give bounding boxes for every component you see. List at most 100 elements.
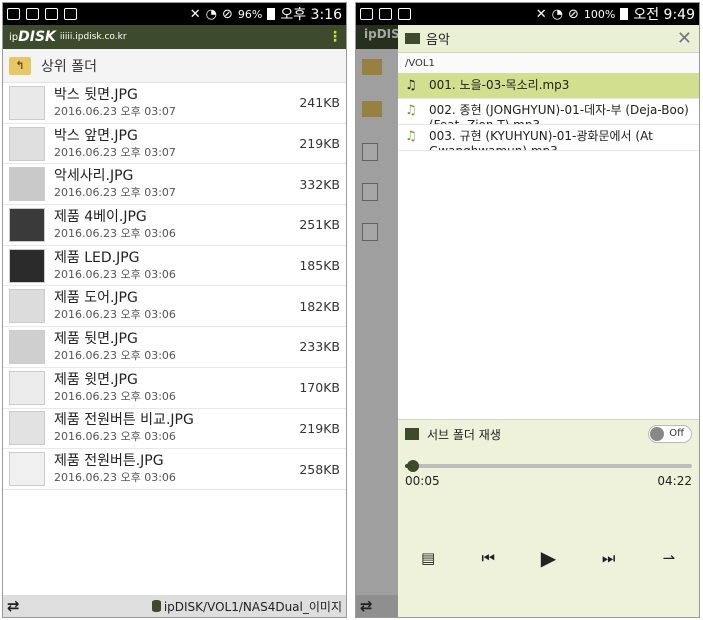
swap-icon[interactable]: ⇄ <box>7 597 20 615</box>
wifi-icon: ◔ <box>551 6 563 22</box>
play-mode-icon[interactable]: ⇀ <box>654 549 684 567</box>
file-thumbnail <box>9 207 45 242</box>
signal-icon: ✕ <box>189 6 201 22</box>
toggle-label: Off <box>669 428 684 439</box>
server-url: iiiii.ipdisk.co.kr <box>59 32 127 42</box>
music-panel: 음악 ✕ /VOL1 ♫ 001. 노을-03-목소리.mp3 ♫ 002. 종현 (… <box>398 25 699 617</box>
file-date: 2016.06.23 오후 03:06 <box>54 389 176 403</box>
current-path: ipDISK/VOL1/NAS4Dual_이미지 <box>163 599 342 614</box>
app-bar: ip DISK iiiii.ipdisk.co.kr ⋮ <box>3 25 346 49</box>
track-row[interactable]: ♫ 001. 노을-03-목소리.mp3 <box>398 73 699 99</box>
next-icon[interactable]: ⏭ <box>594 549 624 567</box>
up-folder-row[interactable]: ↰ 상위 폴더 <box>3 49 346 83</box>
total-time: 04:22 <box>657 474 692 488</box>
signal-icon: ✕ <box>535 6 547 22</box>
blocked-icon: ⊘ <box>221 6 233 22</box>
seek-bar[interactable] <box>405 460 692 472</box>
file-date: 2016.06.23 오후 03:06 <box>54 348 176 362</box>
blocked-icon: ⊘ <box>567 6 579 22</box>
clock: 오전 9:49 <box>633 7 695 23</box>
notification-icon <box>7 8 20 20</box>
right-phone-screen: ✕ ◔ ⊘ 100% 오전 9:49 ipDIS ⇄ 음악 ✕ /VOL1 ♫ 0… <box>355 2 700 618</box>
file-name: 제품 뒷면.JPG <box>54 330 138 347</box>
image-icon <box>379 8 392 20</box>
file-thumbnail <box>9 85 45 120</box>
file-size: 219KB <box>299 136 340 152</box>
file-date: 2016.06.23 오후 03:06 <box>54 308 176 322</box>
status-bar: ✕ ◔ ⊘ 100% 오전 9:49 <box>356 3 699 25</box>
file-name: 악세사리.JPG <box>54 168 134 185</box>
subfolder-play-toggle[interactable]: Off <box>648 425 692 443</box>
elapsed-time: 00:05 <box>405 474 440 488</box>
battery-icon <box>620 8 629 20</box>
file-date: 2016.06.23 오후 03:07 <box>54 186 176 200</box>
swap-icon: ⇄ <box>360 597 373 615</box>
file-row[interactable]: 제품 도어.JPG 2016.06.23 오후 03:06 182KB <box>3 286 346 328</box>
file-date: 2016.06.23 오후 03:07 <box>54 145 176 159</box>
file-date: 2016.06.23 오후 03:06 <box>54 430 176 444</box>
file-row[interactable]: 제품 뒷면.JPG 2016.06.23 오후 03:06 233KB <box>3 327 346 368</box>
file-thumbnail <box>9 289 45 324</box>
file-date: 2016.06.23 오후 03:06 <box>54 226 176 240</box>
playlist-icon[interactable]: ▤ <box>413 549 443 567</box>
overflow-menu-icon[interactable]: ⋮ <box>328 29 342 45</box>
logo-prefix: ip <box>9 31 19 43</box>
track-name: 001. 노을-03-목소리.mp3 <box>429 78 570 92</box>
file-thumbnail <box>9 167 45 202</box>
music-note-icon: ♫ <box>405 78 417 93</box>
toggle-knob <box>650 427 664 441</box>
folder-icon <box>405 33 420 44</box>
image-icon <box>26 8 39 20</box>
file-thumbnail <box>9 126 45 161</box>
file-size: 258KB <box>299 461 340 477</box>
close-icon[interactable]: ✕ <box>677 28 692 49</box>
track-row[interactable]: ♫ 003. 규현 (KYUHYUN)-01-광화문에서 (At Gwanghwa… <box>398 125 699 151</box>
file-thumbnail <box>9 411 45 446</box>
panel-header: 음악 ✕ <box>398 25 699 53</box>
battery-icon <box>267 8 276 20</box>
camera-icon <box>64 8 77 20</box>
clock: 오후 3:16 <box>280 7 342 23</box>
player-controls: 서브 폴더 재생 Off 00:05 04:22 ▤ ⏮ ▶ ⏭ ⇀ <box>398 419 699 617</box>
file-size: 241KB <box>299 95 340 111</box>
file-name: 제품 4베이.JPG <box>54 208 147 225</box>
previous-icon[interactable]: ⏮ <box>473 549 503 567</box>
file-name: 제품 LED.JPG <box>54 249 140 266</box>
play-icon[interactable]: ▶ <box>533 546 563 570</box>
subfolder-play-row: 서브 폴더 재생 Off <box>398 420 699 448</box>
file-name: 제품 전원버튼.JPG <box>54 453 164 470</box>
file-name: 박스 뒷면.JPG <box>54 86 138 103</box>
battery-percent: 96% <box>237 7 263 21</box>
file-row[interactable]: 악세사리.JPG 2016.06.23 오후 03:07 332KB <box>3 164 346 206</box>
left-phone-screen: ✕ ◔ ⊘ 96% 오후 3:16 ip DISK iiiii.ipdisk.c… <box>2 2 347 618</box>
file-name: 박스 앞면.JPG <box>54 127 138 144</box>
file-row[interactable]: 박스 앞면.JPG 2016.06.23 오후 03:07 219KB <box>3 124 346 165</box>
music-note-icon: ♫ <box>405 129 417 144</box>
file-size: 251KB <box>299 217 340 233</box>
music-note-icon: ♫ <box>405 103 417 118</box>
file-name: 제품 전원버튼 비교.JPG <box>54 412 194 429</box>
playback-buttons: ▤ ⏮ ▶ ⏭ ⇀ <box>398 545 699 571</box>
seek-handle[interactable] <box>406 460 419 472</box>
file-thumbnail <box>9 452 45 487</box>
subfolder-play-label: 서브 폴더 재생 <box>427 427 501 442</box>
file-thumbnail <box>9 329 45 364</box>
file-date: 2016.06.23 오후 03:06 <box>54 267 176 281</box>
track-name: 002. 종현 (JONGHYUN)-01-데자-부 (Deja-Boo) (F… <box>429 103 689 125</box>
up-folder-label: 상위 폴더 <box>41 58 97 75</box>
file-date: 2016.06.23 오후 03:06 <box>54 471 176 485</box>
file-row[interactable]: 제품 전원버튼.JPG 2016.06.23 오후 03:06 258KB <box>3 449 346 490</box>
notification-icon <box>360 8 373 20</box>
file-row[interactable]: 제품 LED.JPG 2016.06.23 오후 03:06 185KB <box>3 246 346 287</box>
file-row[interactable]: 제품 전원버튼 비교.JPG 2016.06.23 오후 03:06 219KB <box>3 409 346 450</box>
file-size: 170KB <box>299 380 340 396</box>
file-name: 제품 윗면.JPG <box>54 371 138 388</box>
file-row[interactable]: 박스 뒷면.JPG 2016.06.23 오후 03:07 241KB <box>3 83 346 124</box>
file-size: 332KB <box>299 176 340 192</box>
logo-main: DISK <box>18 29 56 45</box>
file-size: 182KB <box>299 298 340 314</box>
file-row[interactable]: 제품 4베이.JPG 2016.06.23 오후 03:06 251KB <box>3 205 346 246</box>
track-row[interactable]: ♫ 002. 종현 (JONGHYUN)-01-데자-부 (Deja-Boo) (… <box>398 99 699 125</box>
file-row[interactable]: 제품 윗면.JPG 2016.06.23 오후 03:06 170KB <box>3 368 346 409</box>
file-list: 박스 뒷면.JPG 2016.06.23 오후 03:07 241KB 박스 앞면.J… <box>3 83 346 490</box>
